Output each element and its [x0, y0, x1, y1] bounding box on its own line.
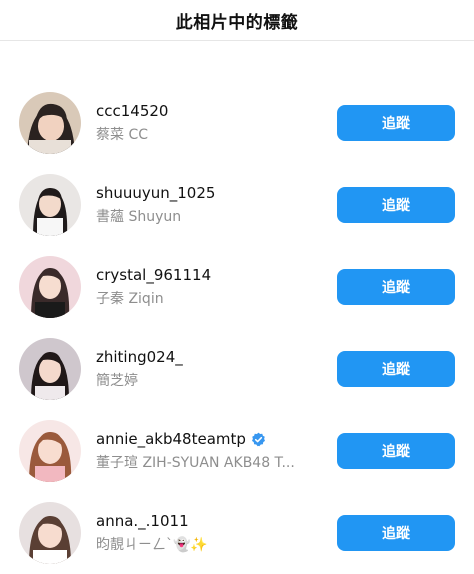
- list-item[interactable]: annie_akb48teamtp 董子瑄 ZIH-SYUAN AKB48 T.…: [0, 410, 474, 492]
- verified-badge-icon: [251, 432, 266, 447]
- username[interactable]: crystal_961114: [96, 266, 211, 284]
- list-item[interactable]: zhiting024_ 簡芝婷 追蹤: [0, 328, 474, 410]
- page-title: 此相片中的標籤: [175, 12, 299, 33]
- avatar[interactable]: [19, 502, 81, 564]
- header-bar: 此相片中的標籤: [0, 0, 474, 41]
- username[interactable]: annie_akb48teamtp: [96, 430, 246, 448]
- list-item[interactable]: shuuuyun_1025 書蘊 Shuyun 追蹤: [0, 164, 474, 246]
- avatar[interactable]: [19, 92, 81, 154]
- list-item[interactable]: crystal_961114 子秦 Ziqin 追蹤: [0, 246, 474, 328]
- username[interactable]: zhiting024_: [96, 348, 183, 366]
- follow-button[interactable]: 追蹤: [337, 187, 455, 223]
- full-name: 簡芝婷: [96, 373, 138, 389]
- username[interactable]: shuuuyun_1025: [96, 184, 215, 202]
- follow-button[interactable]: 追蹤: [337, 515, 455, 551]
- list-item[interactable]: anna._.1011 昀靚ㄐㄧㄥˋ👻✨ 追蹤: [0, 492, 474, 574]
- avatar[interactable]: [19, 174, 81, 236]
- full-name: 蔡菜 CC: [96, 127, 149, 143]
- full-name: 董子瑄 ZIH-SYUAN AKB48 T...: [96, 455, 295, 471]
- follow-button[interactable]: 追蹤: [337, 269, 455, 305]
- username[interactable]: anna._.1011: [96, 512, 189, 530]
- avatar[interactable]: [19, 256, 81, 318]
- avatar[interactable]: [19, 420, 81, 482]
- follow-button[interactable]: 追蹤: [337, 105, 455, 141]
- full-name: 昀靚ㄐㄧㄥˋ👻✨: [96, 537, 208, 553]
- full-name: 子秦 Ziqin: [96, 291, 164, 307]
- follow-button[interactable]: 追蹤: [337, 433, 455, 469]
- username[interactable]: ccc14520: [96, 102, 168, 120]
- list-item[interactable]: ccc14520 蔡菜 CC 追蹤: [0, 82, 474, 164]
- full-name: 書蘊 Shuyun: [96, 209, 182, 225]
- follow-button[interactable]: 追蹤: [337, 351, 455, 387]
- avatar[interactable]: [19, 338, 81, 400]
